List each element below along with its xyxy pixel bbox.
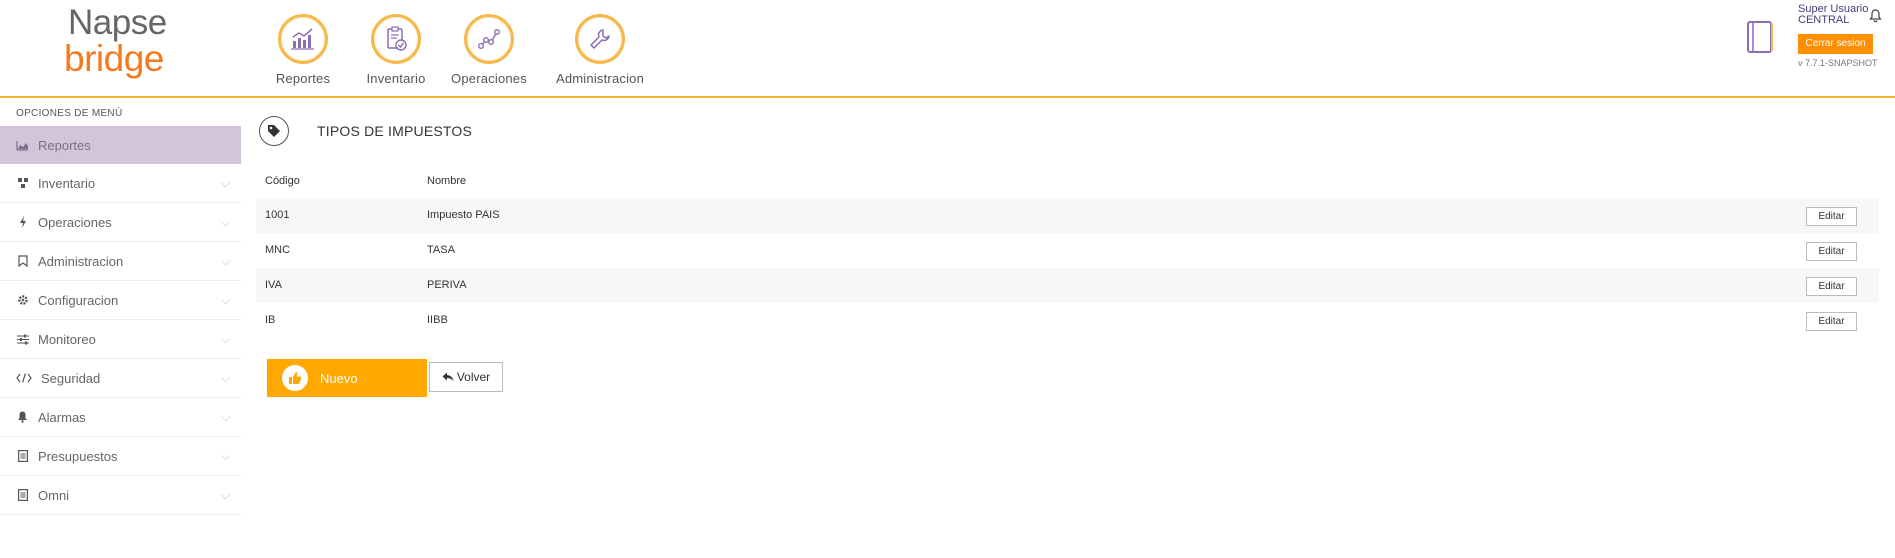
table-row: IVA PERIVA Editar — [256, 268, 1879, 303]
edit-button[interactable]: Editar — [1806, 277, 1857, 296]
sidebar-item-label: Operaciones — [38, 214, 112, 230]
sidebar-item-label: Monitoreo — [38, 331, 96, 347]
sidebar-item-alarmas[interactable]: Alarmas — [0, 398, 241, 437]
sidebar-item-label: Seguridad — [41, 370, 101, 386]
document-icon — [16, 489, 29, 502]
back-button[interactable]: Volver — [429, 362, 503, 392]
main-content: TIPOS DE IMPUESTOS Código Nombre 1001 Im… — [241, 98, 1895, 558]
chevron-down-icon — [220, 177, 231, 188]
column-header-code: Código — [265, 175, 300, 187]
sidebar-title: OPCIONES DE MENÚ — [16, 108, 123, 119]
topnav-label: Operaciones — [451, 71, 527, 86]
sidebar-item-administracion[interactable]: Administracion — [0, 242, 241, 281]
topnav-administracion[interactable]: Administracion — [545, 14, 655, 86]
chevron-down-icon — [220, 489, 231, 500]
top-header: Napse bridge Reportes Inventario Operaci… — [0, 0, 1895, 98]
wrench-icon — [575, 14, 625, 64]
topnav-operaciones[interactable]: Operaciones — [434, 14, 544, 86]
edit-button[interactable]: Editar — [1806, 242, 1857, 261]
logo-line-bridge: bridge — [64, 38, 164, 79]
chevron-down-icon — [220, 450, 231, 461]
cell-code: IVA — [265, 279, 282, 291]
bookmark-icon — [16, 255, 29, 268]
logo-line-napse: Napse — [68, 3, 167, 42]
sliders-icon — [16, 333, 29, 346]
sidebar-item-label: Inventario — [38, 175, 96, 191]
bolt-icon — [16, 216, 29, 229]
cubes-icon — [16, 177, 29, 190]
app-version: v 7.7.1-SNAPSHOT — [1798, 58, 1878, 68]
sidebar-item-label: Presupuestos — [38, 448, 118, 464]
sidebar-item-presupuestos[interactable]: Presupuestos — [0, 437, 241, 476]
sidebar-item-operaciones[interactable]: Operaciones — [0, 203, 241, 242]
cell-name: IIBB — [427, 314, 448, 326]
sidebar-item-monitoreo[interactable]: Monitoreo — [0, 320, 241, 359]
cell-name: TASA — [427, 244, 455, 256]
new-button[interactable]: Nuevo — [267, 359, 427, 397]
sidebar-item-label: Configuracion — [38, 292, 119, 308]
logout-button[interactable]: Cerrar sesion — [1798, 34, 1873, 54]
page-header: TIPOS DE IMPUESTOS — [259, 116, 472, 146]
chevron-down-icon — [220, 333, 231, 344]
chevron-down-icon — [220, 255, 231, 266]
edit-button[interactable]: Editar — [1806, 312, 1857, 331]
page-title: TIPOS DE IMPUESTOS — [317, 123, 473, 139]
sidebar-item-inventario[interactable]: Inventario — [0, 164, 241, 203]
user-branch: CENTRAL — [1798, 14, 1850, 26]
new-button-label: Nuevo — [320, 370, 358, 386]
topnav-label: Administracion — [555, 71, 645, 86]
sidebar-item-label: Omni — [38, 487, 70, 503]
chevron-down-icon — [220, 216, 231, 227]
cell-name: PERIVA — [427, 279, 467, 291]
sidebar-item-label: Alarmas — [38, 409, 86, 425]
table-row: MNC TASA Editar — [256, 233, 1879, 268]
sidebar: OPCIONES DE MENÚ Reportes Inventario Ope… — [0, 98, 241, 558]
cell-code: 1001 — [265, 209, 290, 221]
sidebar-item-configuracion[interactable]: Configuracion — [0, 281, 241, 320]
cell-name: Impuesto PAIS — [427, 209, 500, 221]
reply-arrow-icon — [442, 372, 454, 382]
thumbs-up-icon — [282, 365, 308, 391]
book-icon[interactable] — [1745, 20, 1775, 54]
clipboard-check-icon — [371, 14, 421, 64]
cell-code: MNC — [265, 244, 291, 256]
graph-nodes-icon — [464, 14, 514, 64]
sidebar-item-seguridad[interactable]: Seguridad — [0, 359, 241, 398]
table-row: 1001 Impuesto PAIS Editar — [256, 198, 1879, 233]
column-header-name: Nombre — [427, 175, 467, 187]
chevron-down-icon — [220, 372, 231, 383]
back-button-label: Volver — [456, 370, 491, 384]
sidebar-item-reportes[interactable]: Reportes — [0, 126, 241, 164]
code-icon — [16, 372, 32, 385]
sidebar-item-label: Reportes — [38, 137, 91, 153]
document-icon — [16, 450, 29, 463]
area-chart-icon — [16, 139, 29, 152]
tag-icon — [259, 116, 289, 146]
cell-code: IB — [265, 314, 276, 326]
napse-bridge-logo[interactable]: Napse bridge — [64, 3, 184, 80]
sidebar-item-label: Administracion — [38, 253, 124, 269]
user-info: Super Usuario CENTRAL — [1798, 4, 1868, 26]
table-header: Código Nombre — [256, 168, 1879, 198]
chevron-down-icon — [220, 411, 231, 422]
gear-icon — [16, 294, 29, 307]
chart-report-icon — [278, 14, 328, 64]
tax-types-table: Código Nombre 1001 Impuesto PAIS Editar … — [256, 168, 1879, 338]
bell-icon — [16, 411, 29, 424]
table-row: IB IIBB Editar — [256, 303, 1879, 338]
notification-bell-icon[interactable] — [1869, 9, 1882, 23]
edit-button[interactable]: Editar — [1806, 207, 1857, 226]
chevron-down-icon — [220, 294, 231, 305]
sidebar-item-omni[interactable]: Omni — [0, 476, 241, 515]
